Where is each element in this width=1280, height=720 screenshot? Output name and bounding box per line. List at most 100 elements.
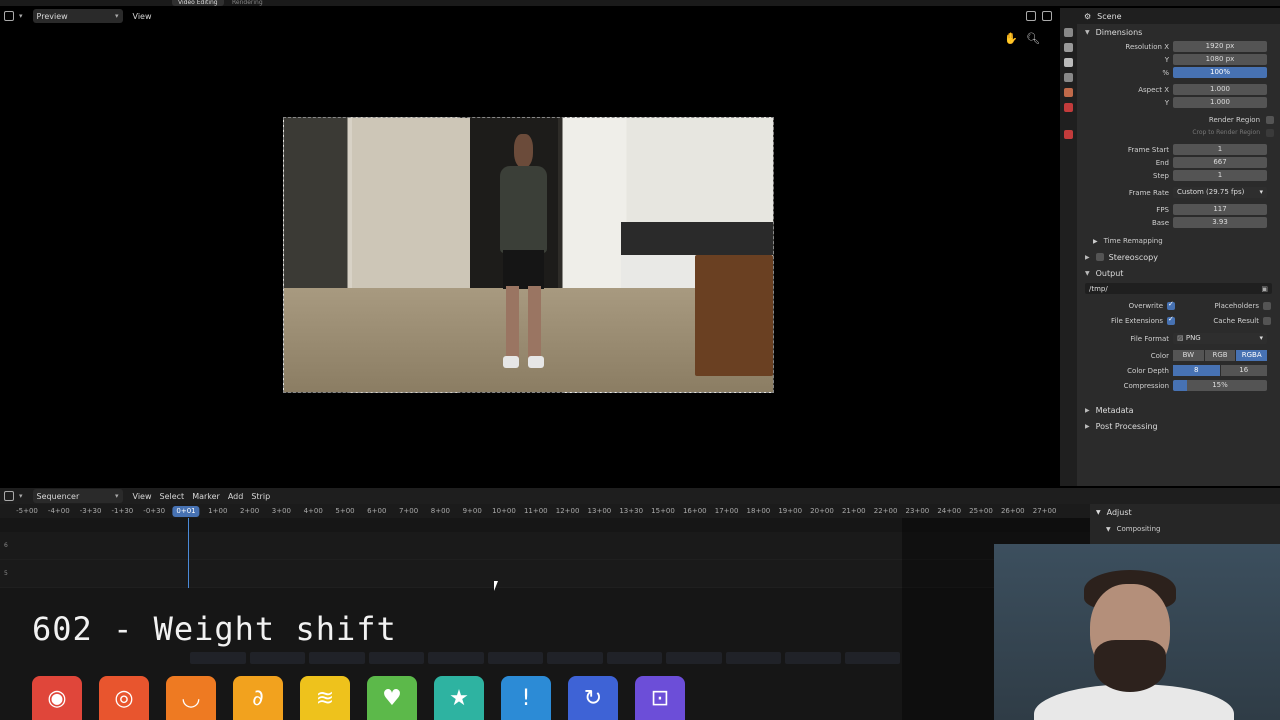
preview-header: ▾ Preview ▾ View — [0, 8, 1060, 24]
world-tab-icon[interactable] — [1064, 103, 1073, 112]
menu-marker[interactable]: Marker — [188, 489, 224, 503]
resolution-y-field[interactable]: 1080 px — [1173, 54, 1267, 65]
strip[interactable] — [428, 652, 484, 664]
strip[interactable] — [190, 652, 246, 664]
file-format-dropdown[interactable]: ▨ PNG ▾ — [1173, 333, 1267, 344]
color-rgba-option[interactable]: RGBA — [1235, 350, 1268, 361]
playhead-line[interactable] — [188, 518, 189, 588]
frame-step-field[interactable]: 1 — [1173, 170, 1267, 181]
collapse-triangle-icon: ▶ — [1085, 253, 1090, 261]
aspect-y-field[interactable]: 1.000 — [1173, 97, 1267, 108]
strip[interactable] — [785, 652, 841, 664]
render-region-checkbox[interactable] — [1266, 115, 1274, 124]
frame-rate-dropdown[interactable]: Custom (29.75 fps) ▾ — [1173, 187, 1267, 198]
menu-select[interactable]: Select — [156, 489, 189, 503]
view-menu[interactable]: View — [129, 9, 156, 23]
chevron-down-icon: ▾ — [19, 492, 23, 500]
editor-type-button[interactable]: ▾ — [0, 489, 27, 503]
strip[interactable] — [487, 652, 543, 664]
color-bw-option[interactable]: BW — [1173, 350, 1204, 361]
placeholders-checkbox[interactable] — [1263, 301, 1271, 310]
scene-tab-icon[interactable] — [1064, 88, 1073, 97]
output-tab-icon[interactable] — [1064, 58, 1073, 67]
timeline-tick-label: 7+00 — [398, 507, 419, 515]
frame-start-field[interactable]: 1 — [1173, 144, 1267, 155]
cache-result-checkbox[interactable] — [1263, 316, 1271, 325]
app-icon-row: ◉ ◎ ◡ ∂ ≋ ♥ ★! ↻ ⊡ — [32, 676, 685, 720]
ring-icon: ◎ — [99, 676, 149, 720]
frame-end-field[interactable]: 667 — [1173, 157, 1267, 168]
sequencer-view-dropdown[interactable]: Sequencer ▾ — [32, 489, 123, 503]
color-rgb-option[interactable]: RGB — [1203, 350, 1236, 361]
file-extensions-checkbox[interactable] — [1167, 315, 1175, 325]
timeline-ruler[interactable]: -5+00 -4+00 -3+30 -1+30 -0+30 0+01 1+00 2+00 3+0… — [0, 504, 1090, 518]
timeline-tick-label: -3+30 — [79, 507, 102, 515]
timeline-tick-label: 11+00 — [523, 507, 548, 515]
gizmo-icon[interactable] — [1042, 11, 1052, 21]
render-tab-icon[interactable] — [1064, 43, 1073, 52]
time-remapping-subsection[interactable]: ▶ Time Remapping — [1077, 233, 1280, 249]
crop-region-checkbox[interactable] — [1266, 128, 1274, 137]
workspace-tab-rendering[interactable]: Rendering — [226, 0, 269, 6]
timeline-tick-label: 8+00 — [430, 507, 451, 515]
strip[interactable] — [844, 652, 900, 664]
channel-number: 5 — [4, 570, 8, 577]
editor-type-button[interactable]: ▾ — [0, 9, 27, 23]
post-processing-section[interactable]: ▶ Post Processing — [1077, 418, 1280, 434]
overwrite-checkbox[interactable] — [1167, 300, 1175, 310]
hand-pan-icon[interactable]: ✋ — [1004, 32, 1018, 45]
bowl-icon: ◡ — [166, 676, 216, 720]
current-frame-indicator[interactable]: 0+01 — [172, 506, 200, 517]
dimensions-section[interactable]: ▼ Dimensions — [1077, 24, 1280, 40]
tool-tab-icon[interactable] — [1064, 28, 1073, 37]
overlay-icon[interactable] — [1026, 11, 1036, 21]
collapse-triangle-icon: ▶ — [1093, 237, 1098, 245]
preview-frame-image — [283, 117, 774, 393]
color-depth-8-option[interactable]: 8 — [1173, 365, 1220, 376]
texture-tab-icon[interactable] — [1064, 130, 1073, 139]
sequencer-sidebar: ▼ Adjust ▼ Compositing — [1090, 504, 1280, 544]
view-type-dropdown[interactable]: Preview ▾ — [32, 9, 123, 23]
aspect-x-field[interactable]: 1.000 — [1173, 84, 1267, 95]
stereoscopy-checkbox[interactable] — [1095, 253, 1104, 261]
strip[interactable] — [725, 652, 781, 664]
zoom-icon[interactable]: 🔍︎ — [1026, 32, 1040, 45]
timeline-tick-label: 9+00 — [462, 507, 482, 515]
adjust-panel[interactable]: ▼ Adjust — [1096, 508, 1132, 517]
strip[interactable] — [606, 652, 662, 664]
chevron-down-icon: ▾ — [19, 12, 23, 20]
strip[interactable] — [666, 652, 722, 664]
menu-add[interactable]: Add — [224, 489, 248, 503]
folder-icon[interactable]: ▣ — [1261, 285, 1268, 293]
timeline-tick-label: -4+00 — [47, 507, 70, 515]
menu-view[interactable]: View — [129, 489, 156, 503]
overlay-title: 602 - Weight shift — [32, 610, 397, 648]
timeline-tick-label: 25+00 — [969, 507, 993, 515]
drum-icon: ◉ — [32, 676, 82, 720]
strip[interactable] — [547, 652, 603, 664]
view-layer-tab-icon[interactable] — [1064, 73, 1073, 82]
compositing-panel[interactable]: ▼ Compositing — [1106, 525, 1161, 533]
fps-field[interactable]: 117 — [1173, 204, 1267, 215]
timeline-tick-label: 4+00 — [303, 507, 323, 515]
collapse-triangle-icon: ▶ — [1085, 406, 1090, 414]
timeline-tick-label: 15+00 — [651, 507, 675, 515]
resolution-percent-field[interactable]: 100% — [1173, 67, 1267, 78]
preview-area[interactable]: ✋ 🔍︎ — [0, 24, 1060, 486]
strip[interactable] — [309, 652, 365, 664]
menu-strip[interactable]: Strip — [247, 489, 274, 503]
color-depth-16-option[interactable]: 16 — [1219, 365, 1267, 376]
output-section[interactable]: ▼ Output — [1077, 265, 1280, 281]
workspace-tab-video-editing[interactable]: Video Editing — [172, 0, 224, 6]
metadata-section[interactable]: ▶ Metadata — [1077, 402, 1280, 418]
fps-base-field[interactable]: 3.93 — [1173, 217, 1267, 228]
stereoscopy-section[interactable]: ▶ Stereoscopy — [1077, 249, 1280, 265]
color-mode-selector: BW RGB RGBA — [1173, 350, 1268, 361]
output-path-field[interactable]: /tmp/▣ — [1085, 283, 1272, 294]
timeline-tick-label: 13+00 — [587, 507, 612, 515]
resolution-x-field[interactable]: 1920 px — [1173, 41, 1267, 52]
strip[interactable] — [368, 652, 424, 664]
compression-slider[interactable]: 15% — [1173, 380, 1267, 391]
strip[interactable] — [249, 652, 305, 664]
timeline-tick-label: 21+00 — [841, 507, 866, 515]
